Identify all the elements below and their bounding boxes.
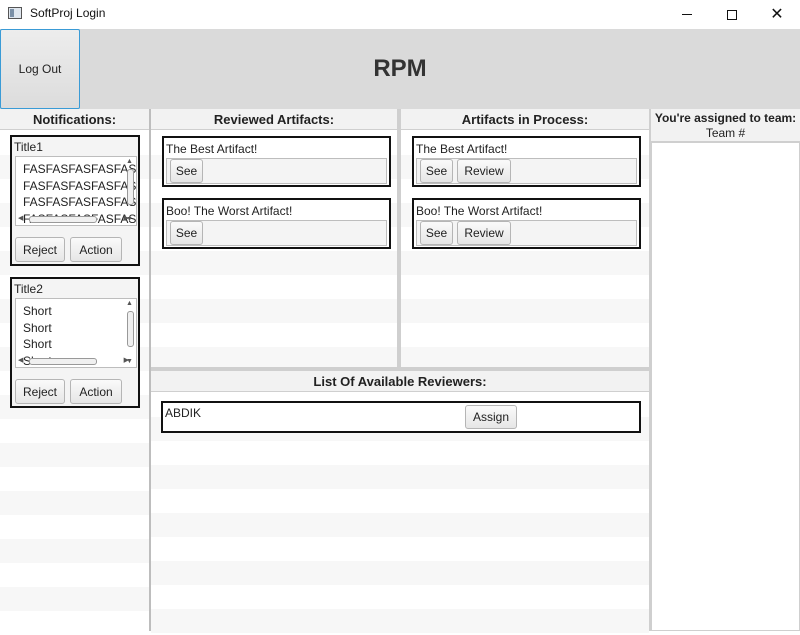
artifact-title: Boo! The Worst Artifact! — [166, 204, 293, 218]
team-members-list[interactable] — [651, 142, 800, 631]
artifact-actions: See Review — [416, 158, 637, 184]
scroll-up-icon: ▲ — [126, 300, 133, 307]
review-button[interactable]: Review — [457, 221, 511, 245]
reviewer-name: ABDIK — [165, 406, 202, 420]
see-button[interactable]: See — [420, 221, 453, 245]
horizontal-scrollbar[interactable]: ◀ ▶ — [17, 214, 129, 224]
artifact-actions: See — [166, 158, 387, 184]
reject-button[interactable]: Reject — [15, 237, 65, 262]
scroll-left-icon: ◀ — [18, 215, 24, 222]
log-out-button[interactable]: Log Out — [0, 29, 80, 109]
maximize-button[interactable] — [709, 0, 755, 29]
vertical-scrollbar[interactable]: ▲ ▼ — [125, 300, 135, 365]
artifact-card: The Best Artifact! See — [162, 136, 391, 187]
artifacts-in-process-heading: Artifacts in Process: — [401, 109, 649, 130]
notifications-panel: Notifications: Title1 FASFASFASFASFAS FA… — [0, 109, 151, 631]
window-title: SoftProj Login — [30, 6, 106, 20]
artifact-card: The Best Artifact! See Review — [412, 136, 641, 187]
available-reviewers-list[interactable]: ABDIK Assign — [151, 393, 649, 635]
available-reviewers-heading: List Of Available Reviewers: — [151, 371, 649, 392]
team-heading-text: You're assigned to team: — [654, 111, 797, 125]
app-header: Log Out RPM — [0, 29, 800, 109]
scroll-thumb[interactable] — [29, 358, 97, 365]
artifact-card: Boo! The Worst Artifact! See — [162, 198, 391, 249]
notification-line: Short — [23, 320, 52, 335]
artifacts-in-process-panel: Artifacts in Process: The Best Artifact!… — [401, 109, 649, 367]
artifact-title: The Best Artifact! — [416, 142, 508, 156]
notification-text-area[interactable]: Short Short Short Short ▲ ▼ ◀ ▶ — [15, 298, 137, 368]
reviewed-artifacts-heading: Reviewed Artifacts: — [151, 109, 397, 130]
scroll-thumb[interactable] — [127, 169, 134, 205]
scroll-right-icon: ▶ — [123, 215, 129, 222]
scroll-up-icon: ▲ — [126, 158, 133, 165]
horizontal-scrollbar[interactable]: ◀ ▶ — [17, 356, 129, 366]
scroll-thumb[interactable] — [29, 216, 97, 223]
reviewed-artifacts-list[interactable]: The Best Artifact! See Boo! The Worst Ar… — [151, 131, 397, 367]
notification-line: FASFASFASFASFAS — [23, 195, 137, 209]
see-button[interactable]: See — [170, 159, 203, 183]
scroll-left-icon: ◀ — [18, 357, 24, 364]
team-heading: You're assigned to team: Team # — [651, 109, 800, 142]
see-button[interactable]: See — [170, 221, 203, 245]
notifications-list[interactable]: Title1 FASFASFASFASFAS FASFASFASFASFAS F… — [0, 131, 149, 631]
notification-line: FASFASFASFASFAS — [23, 178, 137, 193]
artifacts-in-process-list[interactable]: The Best Artifact! See Review Boo! The W… — [401, 131, 649, 367]
notifications-heading: Notifications: — [0, 109, 149, 130]
notification-line: FASFASFASFASFAS — [23, 162, 137, 176]
notification-title: Title1 — [14, 140, 43, 154]
page-title: RPM — [373, 55, 427, 82]
see-button[interactable]: See — [420, 159, 453, 183]
vertical-scrollbar[interactable]: ▲ ▼ — [125, 158, 135, 223]
minimize-icon — [682, 14, 692, 15]
assign-button[interactable]: Assign — [465, 405, 517, 429]
reviewer-card: ABDIK Assign — [161, 401, 641, 433]
notification-line: Short — [23, 304, 52, 318]
team-panel: You're assigned to team: Team # — [649, 109, 800, 631]
close-button[interactable]: ✕ — [754, 0, 800, 29]
notification-card: Title1 FASFASFASFASFAS FASFASFASFASFAS F… — [10, 135, 140, 266]
artifact-actions: See Review — [416, 220, 637, 246]
artifact-title: Boo! The Worst Artifact! — [416, 204, 543, 218]
scroll-right-icon: ▶ — [123, 357, 129, 364]
artifact-actions: See — [166, 220, 387, 246]
minimize-button[interactable] — [664, 0, 710, 29]
action-button[interactable]: Action — [70, 379, 122, 404]
notification-title: Title2 — [14, 282, 43, 296]
review-button[interactable]: Review — [457, 159, 511, 183]
reject-button[interactable]: Reject — [15, 379, 65, 404]
artifact-card: Boo! The Worst Artifact! See Review — [412, 198, 641, 249]
notification-text-area[interactable]: FASFASFASFASFAS FASFASFASFASFAS FASFASFA… — [15, 156, 137, 226]
action-button[interactable]: Action — [70, 237, 122, 262]
available-reviewers-panel: List Of Available Reviewers: ABDIK Assig… — [151, 367, 649, 635]
app-icon — [8, 7, 22, 19]
notification-line: Short — [23, 337, 52, 351]
window-titlebar: SoftProj Login ✕ — [0, 0, 800, 29]
notification-card: Title2 Short Short Short Short ▲ ▼ ◀ ▶ — [10, 277, 140, 408]
team-number: Team # — [705, 126, 746, 140]
scroll-thumb[interactable] — [127, 311, 134, 347]
maximize-icon — [727, 9, 737, 20]
reviewed-artifacts-panel: Reviewed Artifacts: The Best Artifact! S… — [151, 109, 401, 367]
close-icon: ✕ — [770, 5, 784, 23]
artifact-title: The Best Artifact! — [166, 142, 258, 156]
